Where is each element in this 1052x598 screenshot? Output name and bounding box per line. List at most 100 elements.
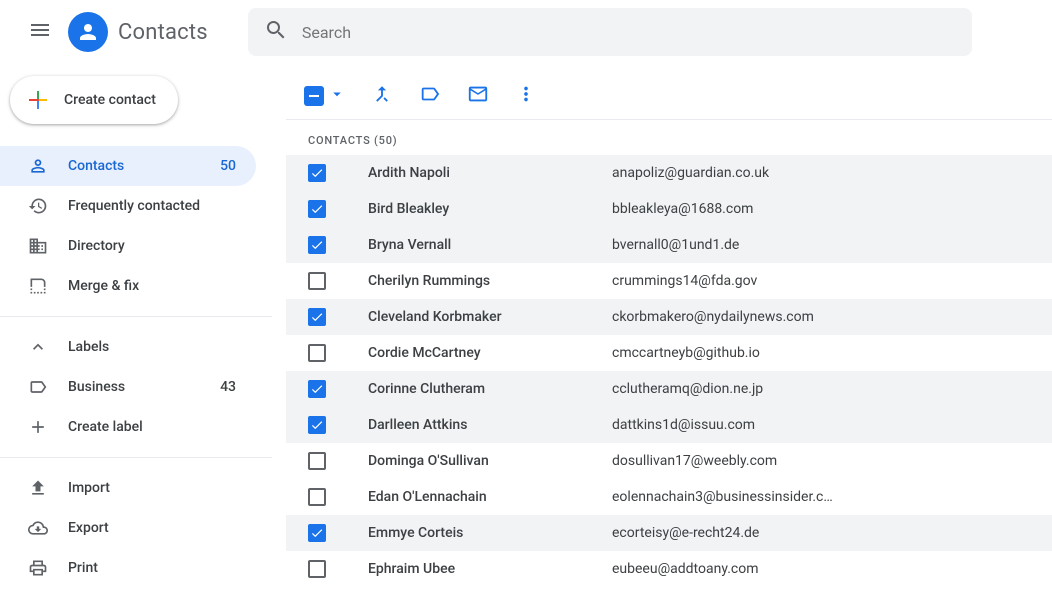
- contact-email: dattkins1d@issuu.com: [612, 417, 1052, 433]
- contact-name: Dominga O'Sullivan: [326, 453, 612, 469]
- search-icon: [264, 18, 288, 46]
- contact-row[interactable]: Cordie McCartneycmccartneyb@github.io: [286, 335, 1052, 371]
- contact-row[interactable]: Bird Bleakleybbleakleya@1688.com: [286, 191, 1052, 227]
- contact-checkbox[interactable]: [308, 308, 326, 326]
- more-button[interactable]: [514, 84, 538, 108]
- contact-checkbox[interactable]: [308, 344, 326, 362]
- merge-icon: [28, 276, 48, 296]
- main-menu-button[interactable]: [16, 8, 64, 56]
- contact-name: Bird Bleakley: [326, 201, 612, 217]
- contact-email: dosullivan17@weebly.com: [612, 453, 1052, 469]
- contact-row[interactable]: Emmye Corteisecorteisy@e-recht24.de: [286, 515, 1052, 551]
- sidebar-label-business[interactable]: Business 43: [0, 367, 256, 407]
- upload-icon: [28, 478, 48, 498]
- merge-button[interactable]: [370, 84, 394, 108]
- search-input[interactable]: [302, 23, 956, 42]
- selection-indicator[interactable]: [304, 85, 346, 107]
- contact-checkbox[interactable]: [308, 236, 326, 254]
- contact-checkbox[interactable]: [308, 452, 326, 470]
- create-contact-label: Create contact: [64, 92, 156, 108]
- contact-name: Darlleen Attkins: [326, 417, 612, 433]
- sidebar-item-label: Create label: [68, 419, 236, 435]
- contact-checkbox[interactable]: [308, 488, 326, 506]
- contact-email: ecorteisy@e-recht24.de: [612, 525, 1052, 541]
- contact-row[interactable]: Ephraim Ubeeeubeeu@addtoany.com: [286, 551, 1052, 587]
- sidebar-item-frequent[interactable]: Frequently contacted: [0, 186, 256, 226]
- sidebar-item-label: Merge & fix: [68, 278, 236, 294]
- contact-row[interactable]: Ardith Napolianapoliz@guardian.co.uk: [286, 155, 1052, 191]
- app-logo[interactable]: Contacts: [68, 12, 208, 52]
- sidebar-item-count: 43: [220, 379, 236, 395]
- indeterminate-checkbox-icon: [304, 86, 324, 106]
- contact-email: cmccartneyb@github.io: [612, 345, 1052, 361]
- sidebar-item-label: Export: [68, 520, 236, 536]
- sidebar-item-label: Contacts: [68, 158, 220, 174]
- app-title: Contacts: [118, 20, 208, 45]
- sidebar-item-directory[interactable]: Directory: [0, 226, 256, 266]
- contact-name: Cherilyn Rummings: [326, 273, 612, 289]
- sidebar-export[interactable]: Export: [0, 508, 256, 548]
- history-icon: [28, 196, 48, 216]
- selection-toolbar: [286, 72, 1052, 120]
- sidebar-print[interactable]: Print: [0, 548, 256, 588]
- plus-multicolor-icon: [26, 88, 50, 112]
- divider: [0, 457, 272, 458]
- contact-name: Corinne Clutheram: [326, 381, 612, 397]
- divider: [0, 316, 272, 317]
- sidebar-create-label[interactable]: Create label: [0, 407, 256, 447]
- sidebar-item-label: Labels: [68, 339, 236, 355]
- merge-arrow-icon: [371, 83, 393, 109]
- contact-checkbox[interactable]: [308, 272, 326, 290]
- contact-checkbox[interactable]: [308, 524, 326, 542]
- cloud-download-icon: [28, 518, 48, 538]
- email-icon: [467, 83, 489, 109]
- contact-checkbox[interactable]: [308, 200, 326, 218]
- contact-name: Ephraim Ubee: [326, 561, 612, 577]
- contact-email: ckorbmakero@nydailynews.com: [612, 309, 1052, 325]
- contact-email: eubeeu@addtoany.com: [612, 561, 1052, 577]
- contact-name: Cordie McCartney: [326, 345, 612, 361]
- chevron-up-icon: [28, 337, 48, 357]
- create-contact-button[interactable]: Create contact: [10, 76, 178, 124]
- contact-row[interactable]: Dominga O'Sullivandosullivan17@weebly.co…: [286, 443, 1052, 479]
- contact-name: Cleveland Korbmaker: [326, 309, 612, 325]
- contact-name: Bryna Vernall: [326, 237, 612, 253]
- sidebar-item-label: Directory: [68, 238, 236, 254]
- contact-row[interactable]: Corinne Clutheramcclutheramq@dion.ne.jp: [286, 371, 1052, 407]
- sidebar-labels-header[interactable]: Labels: [0, 327, 256, 367]
- sidebar: Create contact Contacts 50 Frequently co…: [0, 64, 272, 598]
- contact-row[interactable]: Cherilyn Rummingscrummings14@fda.gov: [286, 263, 1052, 299]
- contact-checkbox[interactable]: [308, 164, 326, 182]
- sidebar-item-merge-fix[interactable]: Merge & fix: [0, 266, 256, 306]
- contact-row[interactable]: Edan O'Lennachaineolennachain3@businessi…: [286, 479, 1052, 515]
- contacts-logo-icon: [68, 12, 108, 52]
- contact-row[interactable]: Darlleen Attkinsdattkins1d@issuu.com: [286, 407, 1052, 443]
- sidebar-import[interactable]: Import: [0, 468, 256, 508]
- contact-row[interactable]: Cleveland Korbmakerckorbmakero@nydailyne…: [286, 299, 1052, 335]
- label-button[interactable]: [418, 84, 442, 108]
- contact-name: Ardith Napoli: [326, 165, 612, 181]
- contact-name: Emmye Corteis: [326, 525, 612, 541]
- more-vert-icon: [515, 83, 537, 109]
- contact-email: bvernall0@1und1.de: [612, 237, 1052, 253]
- contacts-list: Ardith Napolianapoliz@guardian.co.ukBird…: [286, 155, 1052, 598]
- domain-icon: [28, 236, 48, 256]
- contact-email: anapoliz@guardian.co.uk: [612, 165, 1052, 181]
- contact-checkbox[interactable]: [308, 380, 326, 398]
- contact-row[interactable]: Bryna Vernallbvernall0@1und1.de: [286, 227, 1052, 263]
- dropdown-arrow-icon: [328, 85, 346, 107]
- sidebar-item-contacts[interactable]: Contacts 50: [0, 146, 256, 186]
- add-icon: [28, 417, 48, 437]
- sidebar-item-label: Business: [68, 379, 220, 395]
- section-header: CONTACTS (50): [286, 120, 1052, 155]
- sidebar-item-label: Frequently contacted: [68, 198, 236, 214]
- search-bar[interactable]: [248, 8, 972, 56]
- contact-checkbox[interactable]: [308, 416, 326, 434]
- sidebar-item-label: Import: [68, 480, 236, 496]
- label-outline-icon: [419, 83, 441, 109]
- contact-checkbox[interactable]: [308, 560, 326, 578]
- sidebar-item-label: Print: [68, 560, 236, 576]
- contact-email: cclutheramq@dion.ne.jp: [612, 381, 1052, 397]
- main-panel: CONTACTS (50) Ardith Napolianapoliz@guar…: [272, 64, 1052, 598]
- email-button[interactable]: [466, 84, 490, 108]
